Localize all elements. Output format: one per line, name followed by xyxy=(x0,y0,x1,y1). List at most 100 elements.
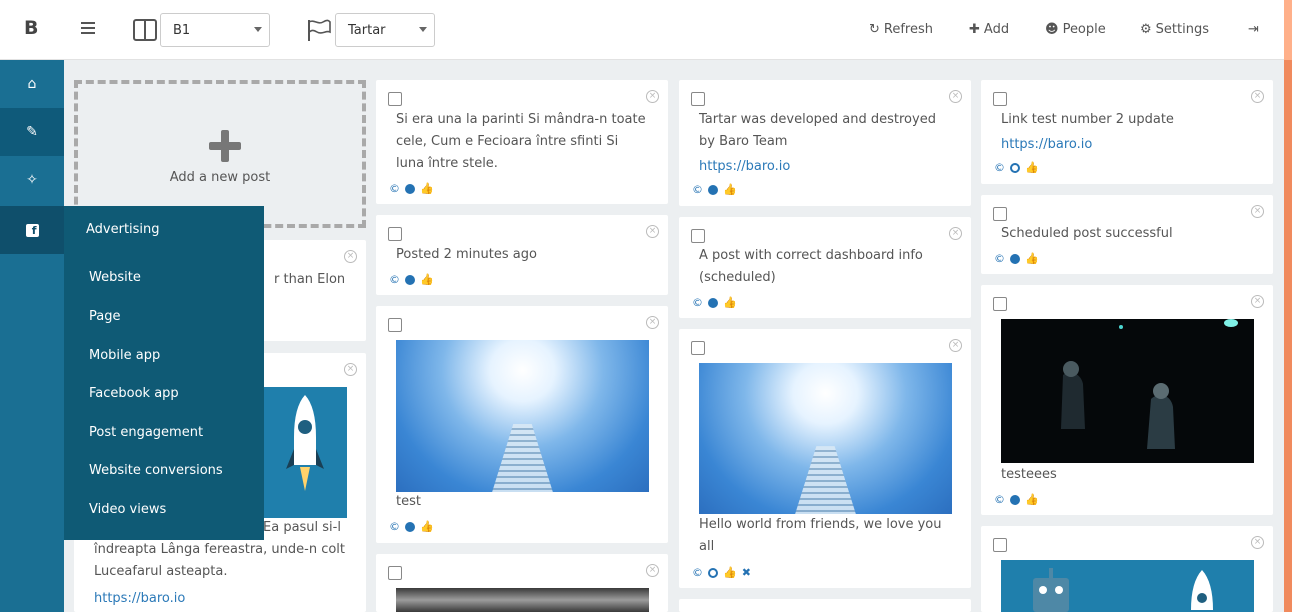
sidebar-item-tools[interactable]: ✧ xyxy=(0,156,64,204)
plus-icon xyxy=(209,130,241,162)
post-card[interactable]: × test © 👍 xyxy=(376,306,668,543)
post-card[interactable]: × A post with correct dashboard info (sc… xyxy=(679,217,971,318)
select-checkbox[interactable] xyxy=(388,92,402,106)
robot-rocket-image xyxy=(1033,568,1213,612)
post-image xyxy=(699,363,952,514)
post-status-icons: © 👍 xyxy=(994,493,1039,506)
close-icon[interactable]: × xyxy=(949,227,962,240)
project-select[interactable]: Tartar xyxy=(335,13,435,47)
post-status-icons: © 👍 ✖ xyxy=(692,566,751,579)
copyright-icon: © xyxy=(994,161,1005,174)
copyright-icon: © xyxy=(994,252,1005,265)
post-status-icons: © 👍 xyxy=(994,252,1039,265)
close-icon[interactable]: × xyxy=(646,316,659,329)
menu-icon[interactable] xyxy=(81,22,95,37)
select-checkbox[interactable] xyxy=(993,92,1007,106)
post-card[interactable]: × Scheduled post successful © 👍 xyxy=(981,195,1273,274)
thumbs-up-icon: 👍 xyxy=(420,182,434,195)
people-button[interactable]: ☻ People xyxy=(1045,22,1106,37)
sidebar-item-facebook[interactable]: f xyxy=(0,206,64,254)
post-text: Tartar was developed and destroyed by Ba… xyxy=(699,112,936,149)
add-new-post-label: Add a new post xyxy=(169,170,271,185)
post-link[interactable]: https://baro.io xyxy=(94,588,348,610)
close-icon[interactable]: × xyxy=(1251,536,1264,549)
post-card[interactable]: × Si era una la parinti Si mândra-n toat… xyxy=(376,80,668,204)
close-icon[interactable]: × xyxy=(646,225,659,238)
menu-item-post-engagement[interactable]: Post engagement xyxy=(89,425,203,440)
close-icon[interactable]: × xyxy=(646,90,659,103)
chevron-down-icon xyxy=(254,27,262,32)
facebook-icon: f xyxy=(25,223,39,237)
select-checkbox[interactable] xyxy=(691,341,705,355)
select-checkbox[interactable] xyxy=(388,227,402,241)
layout-columns-icon[interactable] xyxy=(133,19,157,41)
home-icon: ⌂ xyxy=(27,76,37,92)
close-icon[interactable]: × xyxy=(344,250,357,263)
copyright-icon: © xyxy=(692,183,703,196)
menu-item-page[interactable]: Page xyxy=(89,309,120,324)
close-icon[interactable]: × xyxy=(949,339,962,352)
post-card[interactable]: × Link test number 2 update https://baro… xyxy=(981,80,1273,184)
status-dot-icon xyxy=(405,521,415,532)
logout-button[interactable]: ⇥ xyxy=(1248,22,1259,37)
menu-item-video-views[interactable]: Video views xyxy=(89,502,166,517)
post-text: Si era una la parinti Si mândra-n toate … xyxy=(396,112,646,171)
close-icon[interactable]: × xyxy=(344,363,357,376)
post-link[interactable]: https://baro.io xyxy=(1001,134,1255,156)
post-link[interactable]: https://baro.io xyxy=(699,156,953,178)
copyright-icon: © xyxy=(389,520,400,533)
board-select[interactable]: B1 xyxy=(160,13,270,47)
select-checkbox[interactable] xyxy=(388,318,402,332)
close-icon[interactable]: × xyxy=(949,90,962,103)
post-card[interactable]: × Posted 2 minutes ago © 👍 xyxy=(376,215,668,295)
close-icon[interactable]: × xyxy=(646,564,659,577)
settings-button[interactable]: ⚙ Settings xyxy=(1140,22,1209,37)
app-logo[interactable]: B xyxy=(24,17,38,39)
thumbs-up-icon: 👍 xyxy=(723,296,737,309)
select-checkbox[interactable] xyxy=(388,566,402,580)
advertising-dropdown: Advertising Website Page Mobile app Face… xyxy=(64,206,264,540)
chevron-down-icon xyxy=(419,27,427,32)
scrollbar[interactable] xyxy=(1284,0,1292,612)
thumbs-up-icon: 👍 xyxy=(723,183,737,196)
select-checkbox[interactable] xyxy=(993,297,1007,311)
post-status-icons: © 👍 xyxy=(692,183,737,196)
select-checkbox[interactable] xyxy=(691,229,705,243)
plus-icon: ✚ xyxy=(969,22,980,37)
menu-item-mobile-app[interactable]: Mobile app xyxy=(89,348,160,363)
dropdown-title: Advertising xyxy=(86,222,160,237)
rocket-icon xyxy=(286,395,324,491)
post-text: testeees xyxy=(1001,467,1057,482)
close-icon[interactable]: × xyxy=(1251,205,1264,218)
post-card[interactable]: × testeees © 👍 xyxy=(981,285,1273,515)
menu-item-website-conversions[interactable]: Website conversions xyxy=(89,463,223,478)
menu-item-facebook-app[interactable]: Facebook app xyxy=(89,386,179,401)
select-checkbox[interactable] xyxy=(993,538,1007,552)
sidebar-item-posts[interactable]: ✎ xyxy=(0,108,64,156)
refresh-button[interactable]: ↻ Refresh xyxy=(869,22,933,37)
thumbs-up-icon: 👍 xyxy=(723,566,737,579)
close-icon[interactable]: × xyxy=(1251,90,1264,103)
post-card[interactable] xyxy=(679,599,971,612)
post-card[interactable]: × xyxy=(376,554,668,612)
select-checkbox[interactable] xyxy=(993,207,1007,221)
add-button[interactable]: ✚ Add xyxy=(969,22,1009,37)
post-card[interactable]: × Hello world from friends, we love you … xyxy=(679,329,971,588)
post-status-icons: © 👍 xyxy=(389,520,434,533)
thumbs-up-icon: 👍 xyxy=(1025,493,1039,506)
menu-item-website[interactable]: Website xyxy=(89,270,141,285)
post-text-line: Luceafarul asteapta. xyxy=(94,564,228,579)
post-status-icons: © 👍 xyxy=(994,161,1039,174)
gears-icon: ⚙ xyxy=(1140,22,1152,37)
post-card[interactable]: × Tartar was developed and destroyed by … xyxy=(679,80,971,206)
select-checkbox[interactable] xyxy=(691,92,705,106)
close-icon[interactable]: × xyxy=(1251,295,1264,308)
status-dot-icon xyxy=(1010,494,1020,505)
post-image xyxy=(396,588,649,612)
logout-icon: ⇥ xyxy=(1248,22,1259,37)
sidebar-item-home[interactable]: ⌂ xyxy=(0,60,64,108)
post-card[interactable]: × xyxy=(981,526,1273,612)
project-select-value: Tartar xyxy=(348,23,386,38)
thumbs-up-icon: 👍 xyxy=(1025,252,1039,265)
post-text: Scheduled post successful xyxy=(1001,226,1173,241)
